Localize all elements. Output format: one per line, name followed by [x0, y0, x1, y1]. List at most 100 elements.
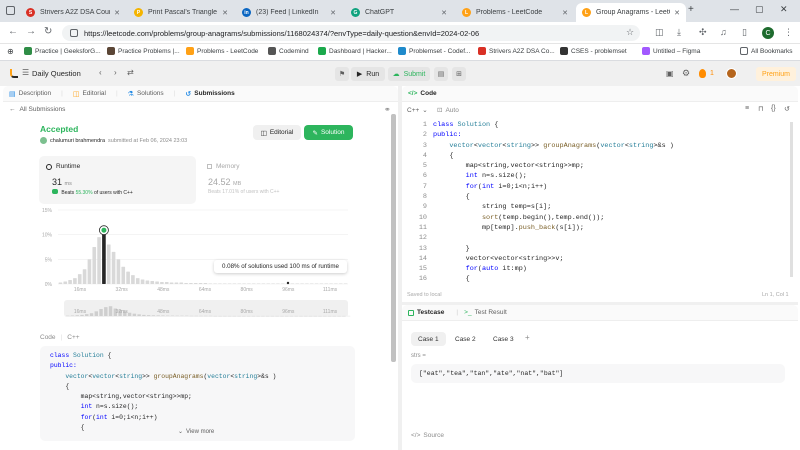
browser-menu-icon[interactable]: ⋮ [784, 27, 793, 38]
close-window-icon[interactable]: ✕ [780, 4, 788, 15]
code-token: string [119, 372, 143, 380]
settings-gear-icon[interactable]: ⚙ [682, 68, 690, 79]
whiteboard-button[interactable]: ⊞ [452, 67, 466, 81]
code-lang-header: Code | C++ [40, 334, 80, 341]
close-tab-icon[interactable]: ✕ [562, 9, 568, 17]
site-info-icon[interactable] [70, 29, 78, 37]
tab-solutions[interactable]: ⚗ Solutions [128, 90, 164, 98]
editorial-button[interactable]: ◫ Editorial [253, 125, 301, 140]
media-icon[interactable]: ♫ [720, 27, 727, 37]
extension-icon[interactable]: ◫ [655, 27, 664, 38]
next-problem-icon[interactable]: › [114, 68, 117, 77]
solution-button[interactable]: ✎ Solution [304, 125, 353, 140]
line-number: 3 [422, 141, 427, 150]
reset-icon[interactable]: ↺ [784, 105, 790, 113]
address-bar[interactable]: https://leetcode.com/problems/group-anag… [62, 25, 640, 41]
bookmark-item[interactable]: CSES - problemset [560, 47, 627, 55]
bookmark-star-icon[interactable]: ☆ [626, 27, 634, 38]
browser-tab[interactable]: P Print Pascal's Triangle - Co ✕ [128, 3, 234, 22]
bookmark-item[interactable]: Problemset - Codef... [398, 47, 470, 55]
browser-tab[interactable]: L Group Anagrams - LeetCo ✕ [576, 3, 686, 22]
premium-button[interactable]: Premium [756, 67, 796, 81]
case-1-button[interactable]: Case 1 [411, 332, 446, 346]
prev-problem-icon[interactable]: ‹ [99, 68, 102, 77]
tab-editorial[interactable]: ◫ Editorial [73, 90, 106, 98]
source-link[interactable]: </> Source [411, 432, 444, 439]
back-to-submissions[interactable]: ← All Submissions [9, 106, 65, 113]
run-button[interactable]: ▶ Run [351, 67, 385, 81]
download-icon[interactable]: ⤓ [677, 27, 681, 38]
language-select[interactable]: C++ ⌄ [407, 106, 428, 115]
submitter-name[interactable]: chalumuri brahmendra [50, 138, 105, 144]
close-tab-icon[interactable]: ✕ [330, 9, 336, 17]
browser-tab[interactable]: L Problems - LeetCode ✕ [456, 3, 574, 22]
bookmark-item[interactable]: Untitled – Figma [642, 47, 700, 55]
memory-card[interactable]: Memory 24.52 MB Beats 17.01% of users wi… [202, 156, 359, 204]
format-icon[interactable]: ≡ [745, 105, 749, 112]
tab-search-icon[interactable] [6, 6, 15, 15]
bookmark-item[interactable]: Problems - LeetCode [186, 47, 258, 55]
tab-test-result[interactable]: >_ Test Result [464, 309, 507, 316]
close-tab-icon[interactable]: ✕ [441, 9, 447, 17]
distribution-bar [189, 283, 193, 284]
distribution-bar [222, 283, 227, 285]
profile-avatar[interactable]: C [762, 27, 774, 39]
bookmark-icon[interactable]: ⊓ [758, 105, 763, 113]
minimize-icon[interactable]: — [730, 4, 739, 14]
view-more-button[interactable]: ⌄ View more [178, 428, 214, 436]
bookmark-item[interactable]: Dashboard | Hacker... [318, 47, 392, 55]
submitted-code-preview[interactable]: class Solution {public: vector<vector<st… [40, 346, 355, 441]
overview-bar [156, 315, 160, 316]
close-tab-icon[interactable]: ✕ [114, 9, 120, 17]
apps-icon[interactable]: ⊕ [7, 47, 14, 56]
back-arrow-icon[interactable]: ← [8, 26, 18, 37]
bookmark-item[interactable]: Codemind [268, 47, 309, 55]
problem-list-icon[interactable]: ☰ [22, 68, 29, 77]
add-case-icon[interactable]: + [525, 333, 530, 342]
runtime-card[interactable]: Runtime 31 ms Beats 55.30% of users with… [39, 156, 196, 204]
case-2-button[interactable]: Case 2 [448, 332, 483, 346]
share-link-icon[interactable]: ⚭ [384, 105, 391, 114]
browser-tab[interactable]: S Strivers A2Z DSA Course/S✕ [20, 3, 126, 22]
left-panel-scrollbar[interactable] [391, 114, 396, 362]
bookmark-favicon-icon [478, 47, 486, 55]
line-number: 11 [418, 223, 427, 232]
bookmark-item[interactable]: Practice Problems |... [107, 47, 180, 55]
avatar[interactable] [40, 137, 47, 144]
distribution-bar [324, 283, 329, 285]
reload-icon[interactable]: ↻ [44, 26, 52, 37]
shuffle-icon[interactable]: ⇄ [127, 68, 134, 77]
leetcode-logo-icon[interactable] [10, 69, 18, 78]
new-tab-button[interactable]: + [688, 4, 694, 15]
streak-fire-icon[interactable] [699, 69, 706, 78]
submit-button[interactable]: ☁ Submit [388, 67, 430, 81]
maximize-icon[interactable]: ▢ [755, 4, 764, 15]
daily-question-label[interactable]: Daily Question [32, 69, 81, 78]
browser-tab[interactable]: G ChatGPT ✕ [345, 3, 453, 22]
close-tab-icon[interactable]: ✕ [674, 9, 680, 17]
sidepanel-icon[interactable]: ▯ [742, 27, 747, 38]
bookmark-item[interactable]: Strivers A2Z DSA Co... [478, 47, 555, 55]
auto-mode-toggle[interactable]: ⊡ Auto [437, 106, 459, 115]
braces-icon[interactable]: {} [771, 105, 776, 112]
code-editor[interactable]: class Solution {public: vector<vector<st… [433, 121, 783, 285]
browser-tab[interactable]: in (23) Feed | LinkedIn ✕ [236, 3, 342, 22]
editor-scrollbar[interactable] [790, 122, 793, 277]
user-avatar[interactable] [726, 68, 737, 79]
tab-description[interactable]: ▤ Description [9, 90, 51, 98]
case-3-button[interactable]: Case 3 [486, 332, 521, 346]
close-tab-icon[interactable]: ✕ [222, 9, 228, 17]
input-value-field[interactable]: ["eat","tea","tan","ate","nat","bat"] [411, 364, 785, 383]
left-tab-bar: ▤ Description | ◫ Editorial | ⚗ Solutions |… [3, 86, 398, 102]
debug-button[interactable]: ⚑ [335, 67, 349, 81]
history-icon: ↺ [185, 90, 192, 98]
forward-arrow-icon[interactable]: → [26, 26, 36, 37]
tab-testcase[interactable]: Testcase [408, 309, 444, 316]
notes-button[interactable]: ▤ [434, 67, 448, 81]
bookmark-item[interactable]: Practice | GeeksforG... [24, 47, 101, 55]
tab-submissions[interactable]: ↺ Submissions [185, 90, 234, 98]
all-bookmarks[interactable]: All Bookmarks [740, 47, 793, 55]
overview-bar [132, 313, 137, 316]
extensions-puzzle-icon[interactable]: ✣ [699, 27, 707, 38]
layout-icon[interactable]: ▣ [666, 69, 674, 78]
